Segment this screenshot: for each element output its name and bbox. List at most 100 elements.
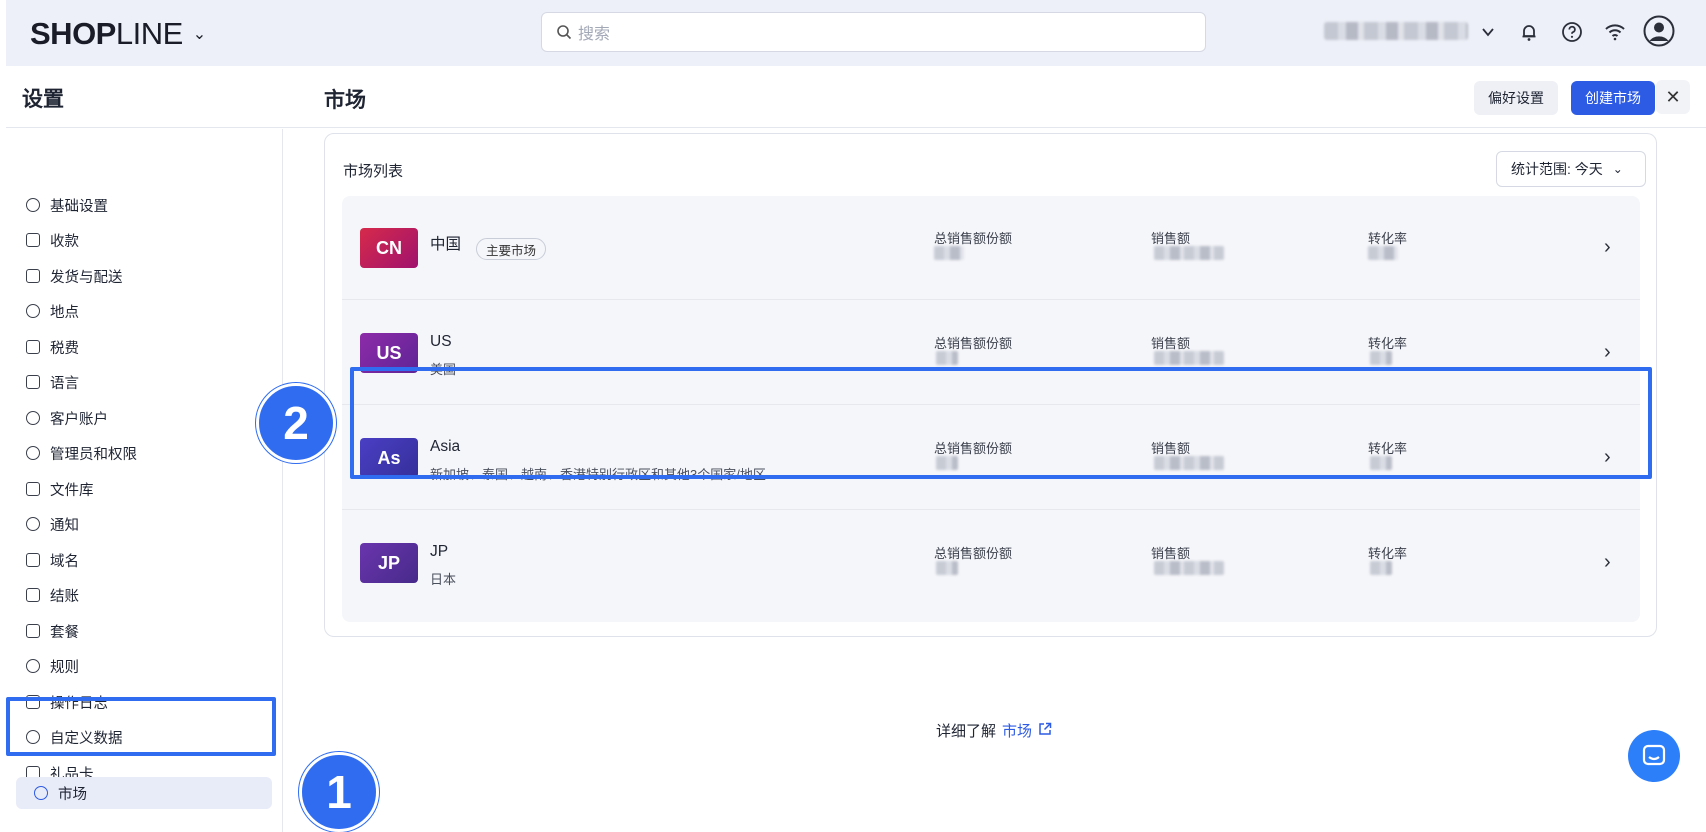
market-badge: JP xyxy=(360,543,418,583)
bell-icon[interactable] xyxy=(1515,18,1543,46)
sidebar-item-label: 地点 xyxy=(50,304,79,321)
globe-icon xyxy=(34,786,48,800)
chevron-right-icon[interactable]: › xyxy=(1604,551,1611,574)
market-name: 中国 xyxy=(430,236,462,253)
learn-more-prefix: 详细了解 xyxy=(936,723,997,740)
sidebar-item-basic[interactable]: 基础设置 xyxy=(26,191,108,219)
page-title: 市场 xyxy=(324,89,366,112)
logo-text-thin: LINE xyxy=(115,16,183,51)
folder-icon xyxy=(26,482,40,496)
stat-label-conversion: 转化率 xyxy=(1368,336,1408,351)
market-name: US xyxy=(430,333,452,350)
sidebar-item-label: 发货与配送 xyxy=(50,269,123,286)
wallet-icon xyxy=(26,233,40,247)
sidebar-item-notifications[interactable]: 通知 xyxy=(26,510,79,538)
help-icon[interactable] xyxy=(1558,18,1586,46)
sidebar-item-label: 收款 xyxy=(50,233,79,250)
chevron-down-icon[interactable] xyxy=(1474,18,1502,46)
user-icon xyxy=(26,411,40,425)
market-regions: 日本 xyxy=(430,572,457,587)
stat-label-share: 总销售额份额 xyxy=(934,231,1013,246)
wifi-icon[interactable] xyxy=(1601,18,1629,46)
card-title: 市场列表 xyxy=(343,163,404,180)
stat-value-share-blurred xyxy=(936,351,958,365)
market-name: JP xyxy=(430,543,449,560)
stat-value-share-blurred xyxy=(936,561,958,575)
user-permission-icon xyxy=(26,446,40,460)
receipt-icon xyxy=(26,340,40,354)
bag-icon xyxy=(26,588,40,602)
chevron-right-icon[interactable]: › xyxy=(1604,236,1611,259)
market-row-cn[interactable]: CN 中国 主要市场 总销售额份额 销售额 转化率 › xyxy=(342,196,1640,300)
learn-more: 详细了解 市场 xyxy=(936,720,1052,741)
sidebar-item-label: 管理员和权限 xyxy=(50,446,137,463)
sidebar-item-label: 税费 xyxy=(50,340,79,357)
market-row-jp[interactable]: JP JP 日本 总销售额份额 销售额 转化率 › xyxy=(342,511,1640,615)
info-icon xyxy=(26,659,40,673)
stat-value-conversion-blurred xyxy=(1368,246,1398,260)
plan-icon xyxy=(26,624,40,638)
shopline-logo[interactable]: SHOP LINE ⌄ xyxy=(30,16,206,52)
sidebar-item-files[interactable]: 文件库 xyxy=(26,475,94,503)
stat-value-sales-blurred xyxy=(1154,246,1224,260)
sidebar-item-label: 语言 xyxy=(50,375,79,392)
sidebar-item-label: 客户账户 xyxy=(50,411,108,428)
create-market-button[interactable]: 创建市场 xyxy=(1571,81,1655,115)
primary-market-tag: 主要市场 xyxy=(476,238,547,260)
search-placeholder: 搜索 xyxy=(578,26,611,43)
top-bar: SHOP LINE ⌄ 搜索 xyxy=(6,0,1706,66)
sidebar-item-label: 域名 xyxy=(50,553,79,570)
chat-support-button[interactable] xyxy=(1628,730,1680,782)
sidebar-item-payments[interactable]: 收款 xyxy=(26,226,79,254)
sidebar-item-locations[interactable]: 地点 xyxy=(26,297,79,325)
market-badge: CN xyxy=(360,228,418,268)
stat-value-sales-blurred xyxy=(1154,561,1224,575)
search-input[interactable]: 搜索 xyxy=(541,12,1206,52)
sidebar-item-plan[interactable]: 套餐 xyxy=(26,617,79,645)
sidebar-item-label: 套餐 xyxy=(50,624,79,641)
chevron-down-icon[interactable]: ⌄ xyxy=(193,24,206,44)
gear-icon xyxy=(26,198,40,212)
step-1-marker: 1 xyxy=(299,752,379,832)
bell-icon xyxy=(26,517,40,531)
store-name-blurred[interactable] xyxy=(1324,22,1468,40)
stat-label-share: 总销售额份额 xyxy=(934,336,1013,351)
preferences-button[interactable]: 偏好设置 xyxy=(1474,81,1558,115)
learn-more-link[interactable]: 市场 xyxy=(1002,720,1032,741)
chat-icon xyxy=(1642,744,1666,766)
sidebar-item-admins[interactable]: 管理员和权限 xyxy=(26,439,137,467)
settings-title: 设置 xyxy=(22,88,64,111)
sidebar-item-taxes[interactable]: 税费 xyxy=(26,333,79,361)
sidebar-item-checkout[interactable]: 结账 xyxy=(26,581,79,609)
stat-value-share-blurred xyxy=(934,246,964,260)
highlight-box-us-row xyxy=(350,367,1652,479)
stat-range-label: 统计范围: 今天 xyxy=(1511,161,1603,177)
language-icon xyxy=(26,375,40,389)
highlight-box-markets xyxy=(6,697,276,756)
sidebar-item-label: 市场 xyxy=(58,786,87,803)
stat-label-conversion: 转化率 xyxy=(1368,231,1408,246)
step-2-marker: 2 xyxy=(256,383,336,463)
search-icon xyxy=(557,25,572,40)
chevron-right-icon[interactable]: › xyxy=(1604,341,1611,364)
stat-range-select[interactable]: 统计范围: 今天 ⌄ xyxy=(1496,151,1646,187)
sidebar-item-policies[interactable]: 规则 xyxy=(26,652,79,680)
avatar-icon[interactable] xyxy=(1642,14,1676,48)
close-button[interactable]: ✕ xyxy=(1656,80,1690,114)
sidebar-item-domains[interactable]: 域名 xyxy=(26,546,79,574)
sidebar-item-label: 规则 xyxy=(50,659,79,676)
external-link-icon[interactable] xyxy=(1038,722,1052,740)
domain-icon xyxy=(26,553,40,567)
sidebar-item-shipping[interactable]: 发货与配送 xyxy=(26,262,123,290)
chevron-down-icon: ⌄ xyxy=(1612,162,1623,176)
sidebar-item-label: 通知 xyxy=(50,517,79,534)
stat-label-conversion: 转化率 xyxy=(1368,546,1408,561)
sidebar-item-languages[interactable]: 语言 xyxy=(26,368,79,396)
stat-label-sales: 销售额 xyxy=(1151,546,1191,561)
sidebar-item-customer-accounts[interactable]: 客户账户 xyxy=(26,404,108,432)
sidebar-item-markets[interactable]: 市场 xyxy=(16,777,272,809)
location-pin-icon xyxy=(26,304,40,318)
settings-header: 设置 ✕ xyxy=(6,66,1706,128)
close-icon: ✕ xyxy=(1665,86,1681,107)
truck-icon xyxy=(26,269,40,283)
